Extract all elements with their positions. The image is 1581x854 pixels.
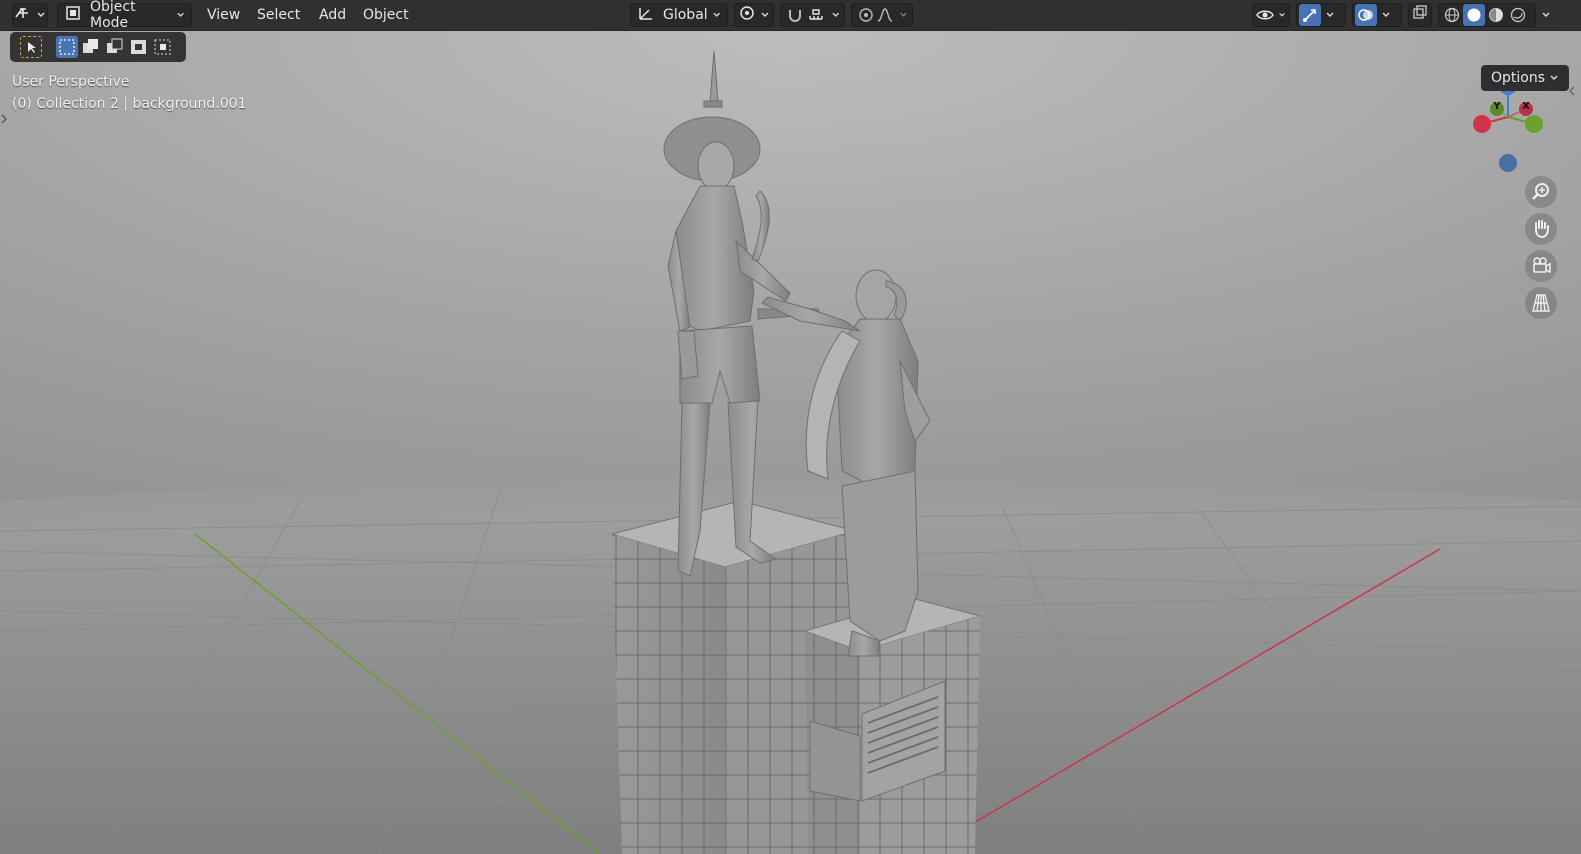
transform-orientation-dropdown[interactable]: Global	[630, 3, 728, 27]
select-new-icon	[59, 39, 75, 55]
camera-view-button[interactable]	[1525, 250, 1557, 282]
selection-mode-extend-button[interactable]	[80, 36, 102, 58]
select-tool-button[interactable]	[20, 36, 42, 58]
menu-add[interactable]: Add	[313, 3, 352, 27]
select-subtract-icon	[107, 38, 123, 53]
xray-toggle[interactable]	[1408, 3, 1432, 27]
menu-object[interactable]: Object	[357, 3, 415, 27]
visibility-dropdown[interactable]	[1252, 3, 1290, 27]
hand-icon	[1535, 220, 1549, 239]
eye-icon	[1256, 4, 1274, 26]
zoom-button[interactable]	[1525, 176, 1557, 208]
perspective-label: User Perspective	[12, 74, 130, 90]
gizmo-y-label: Y	[1493, 101, 1501, 112]
collection-label: (0) Collection 2 | background.001	[12, 96, 247, 112]
options-dropdown[interactable]: Options	[1480, 65, 1569, 91]
orientation-icon	[637, 4, 655, 26]
rendered-shading-icon[interactable]	[1507, 4, 1529, 26]
viewport-header: Object Mode View Select Add Object Globa…	[0, 0, 1581, 31]
selection-mode-new-button[interactable]	[56, 36, 78, 58]
chevron-down-icon	[761, 12, 769, 17]
chevron-down-icon	[1326, 12, 1334, 17]
wireframe-shading-icon[interactable]	[1441, 4, 1463, 26]
overlays-toggle-group[interactable]	[1352, 3, 1402, 27]
chevron-down-icon	[1542, 12, 1550, 17]
tool-settings-row	[10, 32, 186, 62]
mode-label: Object Mode	[90, 0, 136, 31]
chevron-down-icon	[713, 12, 720, 17]
orientation-label: Global	[663, 7, 708, 23]
pan-button[interactable]	[1525, 213, 1557, 245]
chevron-down-icon	[900, 12, 907, 17]
selection-mode-subtract-button[interactable]	[104, 36, 126, 58]
viewport-scene	[0, 50, 1581, 854]
material-preview-icon[interactable]	[1485, 4, 1507, 26]
selection-mode-invert-button[interactable]	[128, 36, 150, 58]
cursor-arrow-icon	[28, 42, 36, 53]
zoom-icon	[1532, 183, 1549, 200]
proportional-editing-icon[interactable]	[856, 4, 876, 26]
mode-dropdown[interactable]: Object Mode	[57, 0, 192, 31]
selection-mode-intersect-button[interactable]	[152, 36, 174, 58]
grid-perspective-icon	[1532, 294, 1550, 312]
xray-icon	[1412, 5, 1428, 25]
neg-z-axis-handle	[1499, 154, 1517, 172]
pivot-point-dropdown[interactable]	[734, 3, 774, 27]
y-axis-handle	[1525, 115, 1543, 133]
falloff-curve-icon[interactable]	[876, 4, 896, 26]
gizmo-icon[interactable]	[1299, 4, 1321, 26]
chevron-down-icon	[831, 12, 839, 17]
x-axis-handle	[1473, 115, 1491, 133]
object-mode-icon	[64, 4, 82, 26]
chevron-down-icon	[1382, 12, 1390, 17]
shading-mode-group[interactable]	[1438, 3, 1536, 27]
right-pillar	[803, 598, 982, 854]
select-intersect-icon	[154, 39, 171, 55]
3d-viewport[interactable]: User Perspective (0) Collection 2 | back…	[0, 31, 1581, 854]
snap-controls[interactable]	[780, 3, 845, 27]
menu-select[interactable]: Select	[251, 3, 306, 27]
chevron-down-icon	[37, 12, 45, 17]
menu-view[interactable]: View	[201, 3, 246, 27]
viewport-editor-icon	[14, 5, 32, 25]
overlays-icon[interactable]	[1355, 4, 1377, 26]
chevron-down-icon	[1550, 75, 1558, 80]
select-invert-icon	[131, 40, 146, 54]
chevron-down-icon	[177, 12, 184, 17]
options-label: Options	[1490, 70, 1545, 86]
proportional-editing-controls[interactable]	[851, 3, 913, 27]
select-extend-icon	[83, 39, 98, 53]
snap-magnet-icon[interactable]	[785, 4, 806, 26]
editor-type-button[interactable]	[12, 3, 48, 27]
chevron-down-icon	[1279, 13, 1285, 17]
camera-icon	[1533, 257, 1551, 274]
snap-increment-icon[interactable]	[806, 4, 827, 26]
toolbar-expand-arrow[interactable]	[0, 111, 8, 127]
shading-options-dropdown[interactable]	[1538, 3, 1554, 27]
pivot-icon	[738, 4, 756, 26]
solid-shading-icon[interactable]	[1463, 4, 1485, 26]
gizmo-toggle-group[interactable]	[1296, 3, 1346, 27]
gizmo-x-label: X	[1522, 101, 1530, 112]
perspective-toggle-button[interactable]	[1525, 287, 1557, 319]
